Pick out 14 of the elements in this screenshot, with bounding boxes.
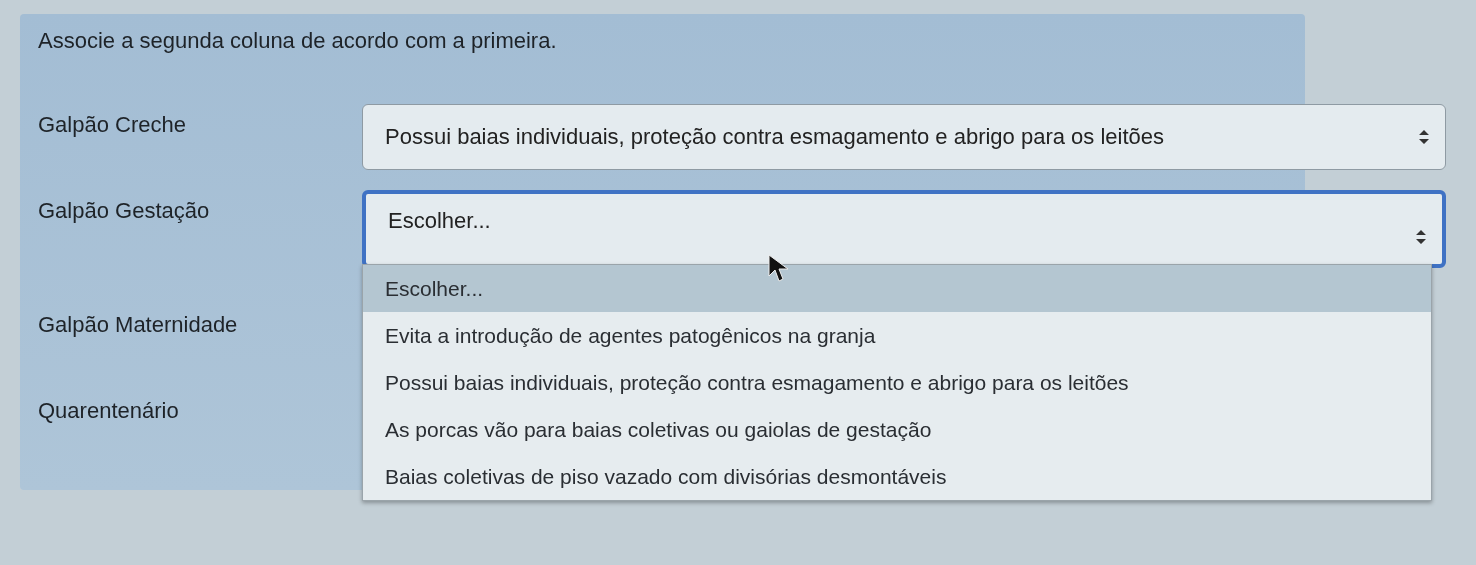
dropdown-option[interactable]: Escolher... [363, 265, 1431, 312]
question-text: Associe a segunda coluna de acordo com a primeira. [38, 28, 557, 54]
item-label: Galpão Creche [38, 111, 186, 138]
dropdown-option[interactable]: Baias coletivas de piso vazado com divisórias desmontáveis [363, 453, 1431, 500]
item-label: Galpão Maternidade [38, 311, 238, 338]
dropdown-option[interactable]: Possui baias individuais, proteção contra esmagamento e abrigo para os leitões [363, 359, 1431, 406]
dropdown-option[interactable]: As porcas vão para baias coletivas ou gaiolas de gestação [363, 406, 1431, 453]
dropdown-option[interactable]: Evita a introdução de agentes patogênicos na granja [363, 312, 1431, 359]
answer-select[interactable]: Possui baias individuais, proteção contra esmagamento e abrigo para os leitões [362, 104, 1446, 170]
updown-caret-icon [1419, 130, 1429, 144]
item-label: Galpão Gestação [38, 197, 210, 224]
item-label: Quarentenário [38, 397, 179, 424]
updown-caret-icon [1416, 230, 1426, 244]
answer-select[interactable]: Escolher... [362, 190, 1446, 268]
